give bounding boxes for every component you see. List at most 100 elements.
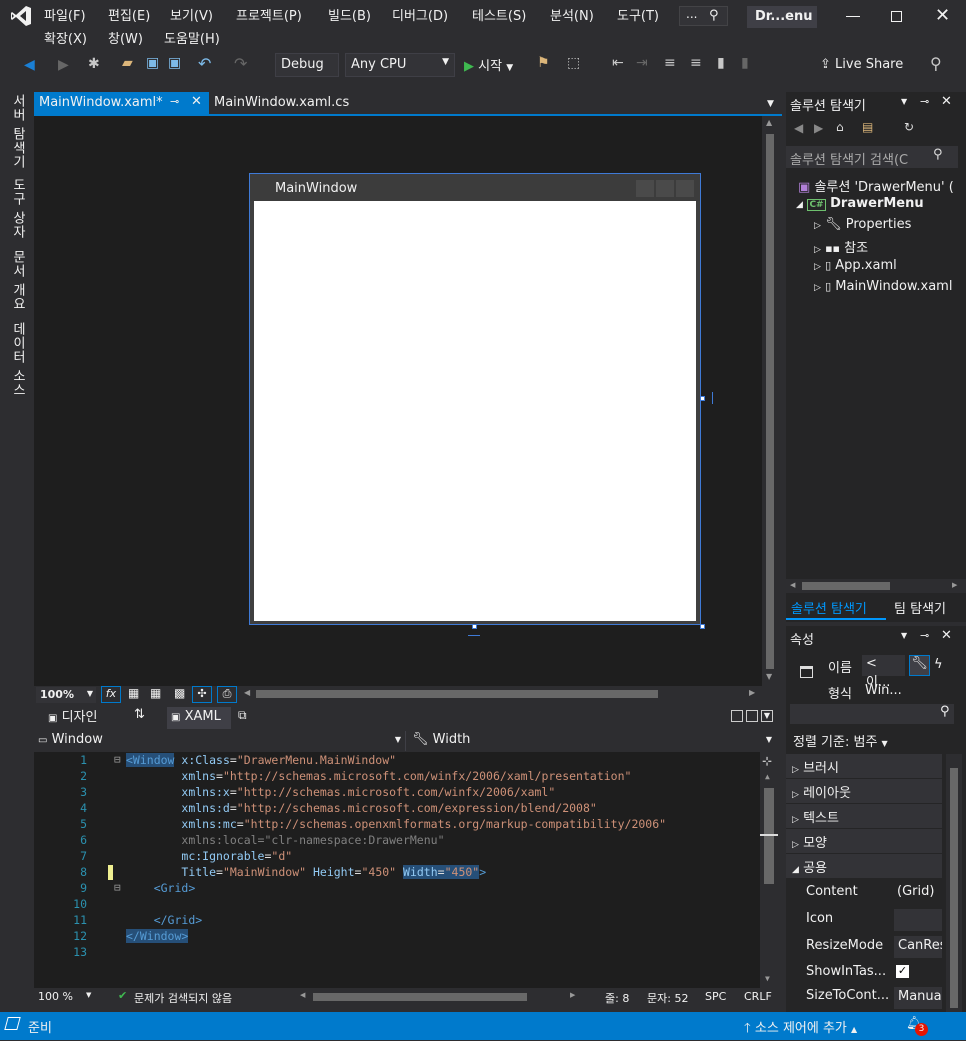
forward-icon[interactable]: ▶: [58, 57, 69, 73]
browser-link-icon[interactable]: ⚑: [537, 55, 550, 71]
swap-panes-icon[interactable]: ⇅: [134, 707, 145, 722]
server-explorer-tab[interactable]: 서버 탐색기: [8, 94, 27, 169]
platform-select[interactable]: Any CPU ▼: [345, 53, 455, 77]
scroll-left-icon[interactable]: ◀: [790, 581, 795, 589]
scroll-up-icon[interactable]: ▲: [766, 118, 772, 127]
scroll-right-icon[interactable]: ▶: [749, 688, 755, 697]
tab-mainwindow-xaml-cs[interactable]: MainWindow.xaml.cs: [214, 95, 349, 110]
bookmark-nav-icon[interactable]: ▮: [741, 55, 749, 71]
document-outline-tab[interactable]: 문서 개요: [8, 250, 27, 311]
menu-item[interactable]: 디버그(D): [392, 5, 448, 24]
editor-horizontal-scrollbar[interactable]: [313, 993, 527, 1001]
device-icon[interactable]: ⬚: [567, 55, 580, 71]
tab-solution-explorer[interactable]: 솔루션 탐색기: [786, 595, 886, 620]
design-surface[interactable]: MainWindow: [34, 116, 762, 686]
code-line[interactable]: xmlns:local="clr-namespace:DrawerMenu": [126, 832, 444, 848]
properties-search-box[interactable]: ⚲: [790, 704, 954, 724]
output-window-icon[interactable]: [4, 1017, 21, 1030]
close-button[interactable]: ✕: [935, 5, 950, 26]
new-project-icon[interactable]: ✱: [88, 56, 100, 72]
design-horizontal-scrollbar[interactable]: [256, 690, 658, 698]
open-folder-icon[interactable]: ▰: [122, 55, 133, 71]
menu-item[interactable]: 테스트(S): [472, 5, 526, 24]
menu-item[interactable]: 도움말(H): [164, 28, 220, 47]
properties-vertical-scrollbar[interactable]: [946, 754, 962, 1012]
editor-zoom[interactable]: 100 %: [38, 990, 73, 1003]
search-box[interactable]: ... ⚲: [679, 6, 728, 26]
property-input[interactable]: [894, 909, 942, 931]
minimize-button[interactable]: [846, 16, 860, 17]
category-brush[interactable]: ▷ 브러시: [786, 754, 942, 778]
solution-horizontal-scrollbar[interactable]: ◀ ▶: [786, 579, 966, 593]
events-lightning-icon[interactable]: ϟ: [934, 657, 943, 672]
snap-lines-icon[interactable]: ✣: [192, 686, 212, 703]
name-input[interactable]: <이...: [862, 655, 905, 690]
sync-icon[interactable]: ↻: [904, 120, 914, 134]
property-value[interactable]: Manua: [894, 987, 942, 1009]
menu-item[interactable]: 확장(X): [44, 28, 87, 47]
menu-item[interactable]: 빌드(B): [328, 5, 371, 24]
feedback-icon[interactable]: ⚲: [930, 54, 942, 73]
xaml-code-editor[interactable]: 1 <Window x:Class="DrawerMenu.MainWindow"…: [34, 752, 778, 988]
tree-properties[interactable]: ▷ 🔧︎ Properties: [814, 217, 911, 232]
resize-handle-right[interactable]: [700, 396, 705, 401]
code-line[interactable]: mc:Ignorable="d": [126, 848, 292, 864]
tab-mainwindow-xaml[interactable]: MainWindow.xaml* ⊸ ✕: [34, 92, 209, 116]
scroll-up-icon[interactable]: ▲: [765, 772, 770, 781]
tree-solution-root[interactable]: ▣ 솔루션 'DrawerMenu' (: [798, 176, 954, 195]
switch-views-icon[interactable]: ▤: [862, 120, 873, 134]
redo-icon[interactable]: ↷: [234, 54, 247, 73]
menu-item[interactable]: 파일(F): [44, 5, 86, 24]
tab-team-explorer[interactable]: 팀 탐색기: [892, 595, 948, 620]
code-line[interactable]: xmlns="http://schemas.microsoft.com/winf…: [126, 768, 631, 784]
design-vertical-scrollbar[interactable]: ▲ ▼: [762, 116, 778, 686]
category-common[interactable]: ◢ 공용: [786, 854, 942, 878]
close-icon[interactable]: ✕: [191, 94, 202, 109]
save-all-icon[interactable]: ▣: [168, 55, 181, 71]
chevron-down-icon[interactable]: ▼: [901, 97, 907, 106]
chevron-down-icon[interactable]: ▼: [901, 631, 907, 640]
scroll-left-icon[interactable]: ◀: [300, 991, 305, 999]
pin-icon[interactable]: ⊸: [170, 95, 179, 108]
split-editor-icon[interactable]: ⊹: [762, 754, 772, 768]
scroll-thumb[interactable]: [766, 134, 774, 669]
window-preview[interactable]: MainWindow: [249, 173, 701, 625]
sort-by-dropdown[interactable]: 정렬 기준: 범주 ▼: [793, 731, 888, 750]
code-line[interactable]: xmlns:d="http://schemas.microsoft.com/ex…: [126, 800, 596, 816]
forward-icon[interactable]: ▶: [814, 121, 823, 135]
tree-references[interactable]: ▷ ▪▪ 참조: [814, 237, 868, 256]
configuration-select[interactable]: Debug: [275, 53, 339, 77]
code-line[interactable]: <Grid>: [126, 880, 196, 896]
code-line[interactable]: xmlns:mc="http://schemas.openxmlformats.…: [126, 816, 666, 832]
snap-grid-icon[interactable]: ▦: [150, 686, 161, 700]
scroll-down-icon[interactable]: ▼: [766, 672, 772, 681]
issues-status[interactable]: 문제가 검색되지 않음: [134, 990, 232, 1006]
home-icon[interactable]: ⌂: [836, 120, 844, 134]
back-icon[interactable]: ◀: [24, 57, 35, 73]
live-share-button[interactable]: ⇪ Live Share: [820, 57, 903, 72]
solution-search-box[interactable]: 솔루션 탐색기 검색(C ⚲: [786, 146, 958, 168]
artboard-icon[interactable]: ▩: [174, 686, 185, 700]
fold-icon[interactable]: ⊟: [114, 881, 121, 894]
grid-icon[interactable]: ▦: [128, 686, 139, 700]
menu-item[interactable]: 프로젝트(P): [236, 5, 302, 24]
project-code-icon[interactable]: ⎙: [217, 686, 237, 703]
pin-icon[interactable]: ⊸: [920, 629, 929, 642]
maximize-button[interactable]: [891, 11, 902, 22]
close-icon[interactable]: ✕: [941, 94, 952, 109]
menu-item[interactable]: 분석(N): [550, 5, 594, 24]
pin-icon[interactable]: ⊸: [920, 95, 929, 108]
menu-item[interactable]: 보기(V): [170, 5, 213, 24]
fold-icon[interactable]: ⊟: [114, 753, 121, 766]
notifications-button[interactable]: 🔔︎ 3: [906, 1016, 928, 1036]
code-line[interactable]: xmlns:x="http://schemas.microsoft.com/wi…: [126, 784, 555, 800]
resize-handle-corner[interactable]: [700, 624, 705, 629]
code-line[interactable]: </Grid>: [126, 912, 202, 928]
menu-item[interactable]: 창(W): [108, 28, 143, 47]
code-line[interactable]: Title="MainWindow" Height="450" Width="4…: [126, 864, 486, 880]
comment-icon[interactable]: ≡: [664, 55, 676, 71]
scroll-right-icon[interactable]: ▶: [952, 581, 957, 589]
properties-scroll-thumb[interactable]: [950, 768, 958, 1008]
horizontal-split-icon[interactable]: [746, 710, 758, 722]
save-icon[interactable]: ▣: [146, 55, 159, 71]
